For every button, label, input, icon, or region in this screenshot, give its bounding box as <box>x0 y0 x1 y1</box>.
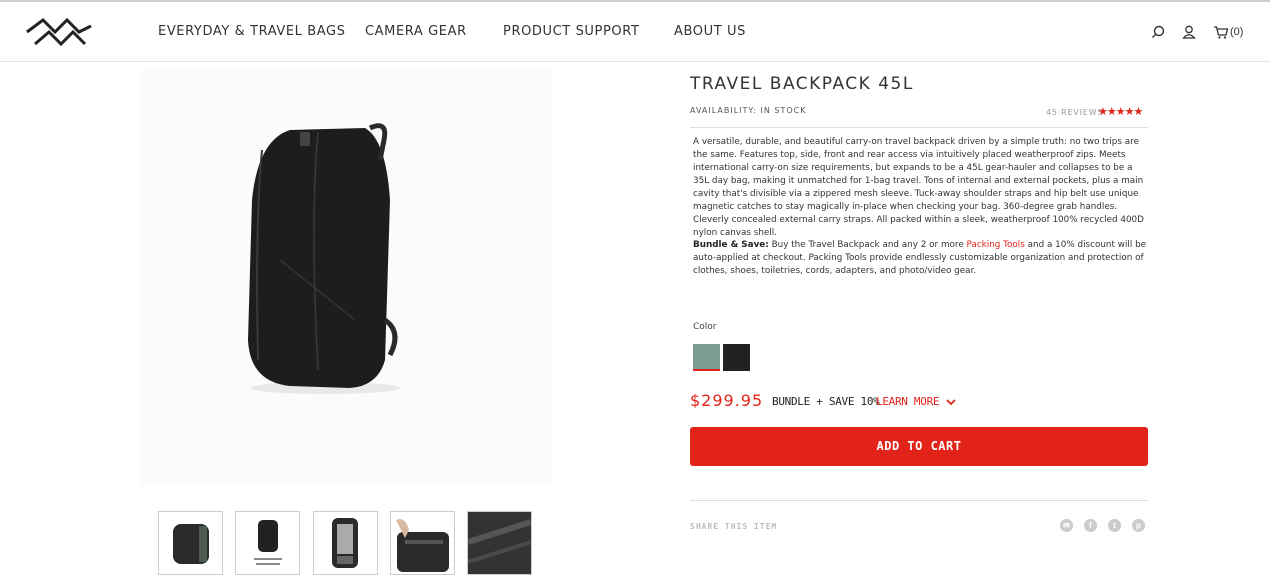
thumbnail-1[interactable] <box>158 511 223 575</box>
twitter-icon[interactable]: t <box>1108 519 1121 532</box>
nav-product-support[interactable]: PRODUCT SUPPORT <box>503 24 640 39</box>
backpack-image <box>248 123 400 394</box>
nav-everyday-travel-bags[interactable]: EVERYDAY & TRAVEL BAGS <box>158 24 346 39</box>
email-icon[interactable]: ✉ <box>1060 519 1073 532</box>
thumbnail-2[interactable] <box>235 511 300 575</box>
thumbnail-4[interactable] <box>390 511 455 575</box>
color-swatch-black[interactable] <box>723 344 750 371</box>
divider <box>690 500 1148 501</box>
divider <box>690 127 1148 128</box>
rating-stars[interactable]: ★★★★★ <box>1098 105 1143 118</box>
bundle-text-1: Buy the Travel Backpack and any 2 or mor… <box>768 240 967 250</box>
brand-logo[interactable] <box>25 16 95 48</box>
bundle-info: Bundle & Save: Buy the Travel Backpack a… <box>693 239 1148 278</box>
learn-more-link[interactable]: LEARN MORE <box>876 395 956 408</box>
bundle-save-label: BUNDLE + SAVE 10% <box>772 395 880 408</box>
learn-more-label: LEARN MORE <box>876 395 940 408</box>
packing-tools-link[interactable]: Packing Tools <box>967 240 1025 250</box>
nav-camera-gear[interactable]: CAMERA GEAR <box>365 24 467 39</box>
product-description: A versatile, durable, and beautiful carr… <box>693 137 1144 238</box>
availability-status: AVAILABILITY: IN STOCK <box>690 106 807 115</box>
facebook-icon[interactable]: f <box>1084 519 1097 532</box>
nav-about-us[interactable]: ABOUT US <box>674 24 746 39</box>
add-to-cart-button[interactable]: ADD TO CART <box>690 427 1148 466</box>
user-icon[interactable] <box>1181 24 1197 40</box>
product-price: $299.95 <box>690 391 764 410</box>
color-swatch-sage[interactable] <box>693 344 720 371</box>
color-label: Color <box>693 322 717 332</box>
search-icon[interactable] <box>1150 24 1166 40</box>
cart-count[interactable]: (0) <box>1230 26 1243 38</box>
site-header: EVERYDAY & TRAVEL BAGS CAMERA GEAR PRODU… <box>0 2 1270 62</box>
thumbnail-3[interactable] <box>313 511 378 575</box>
cart-icon[interactable] <box>1213 24 1229 40</box>
chevron-down-icon <box>945 399 956 406</box>
bundle-label: Bundle & Save: <box>693 240 769 250</box>
product-main-image[interactable] <box>140 70 552 485</box>
share-label: SHARE THIS ITEM <box>690 522 778 531</box>
pinterest-icon[interactable]: p <box>1132 519 1145 532</box>
reviews-count[interactable]: 45 REVIEWS <box>1046 108 1103 117</box>
thumbnail-5[interactable] <box>467 511 532 575</box>
product-title: TRAVEL BACKPACK 45L <box>690 74 914 94</box>
